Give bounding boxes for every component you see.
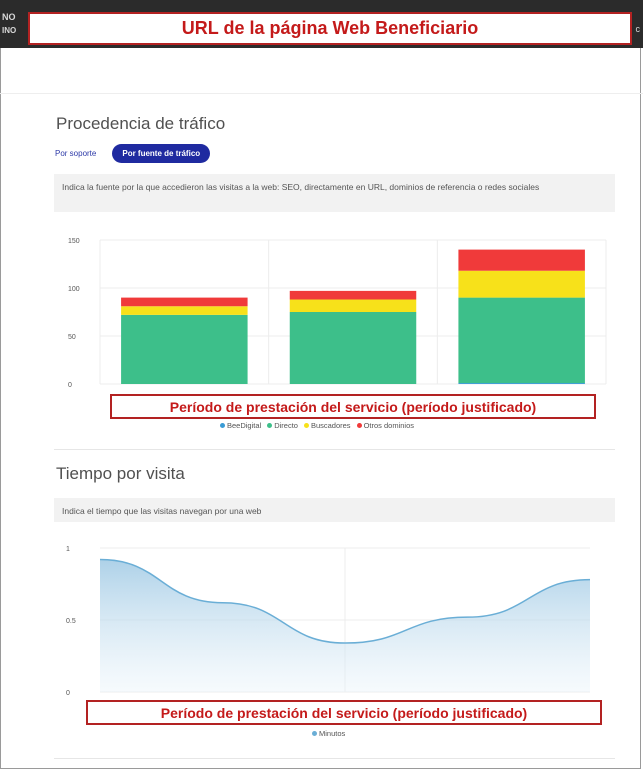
legend-item[interactable]: Directo: [267, 421, 298, 430]
bar-segment: [289, 312, 417, 384]
bottom-divider: [54, 758, 615, 759]
edge-text-top: NO: [2, 12, 16, 22]
bar-segment: [458, 249, 585, 271]
traffic-tabs: Por soporte Por fuente de tráfico: [55, 144, 211, 163]
traffic-info: Indica la fuente por la que accedieron l…: [54, 174, 615, 212]
legend-item[interactable]: Otros dominios: [356, 421, 414, 430]
y-tick-label: 150: [68, 238, 80, 245]
visit-time-legend: Minutos: [312, 729, 345, 738]
y-tick-label: 1: [66, 546, 70, 553]
traffic-section-title: Procedencia de tráfico: [56, 114, 226, 133]
bar-segment: [458, 383, 585, 384]
legend-dot-icon: [303, 423, 309, 428]
visit-time-area-chart: 00.51: [66, 546, 591, 697]
section-divider: [54, 449, 615, 450]
legend-dot-icon: [220, 423, 225, 428]
bar-segment: [121, 306, 248, 315]
legend-dot-icon: [267, 423, 273, 428]
traffic-period-banner: Período de prestación del servicio (perí…: [110, 394, 596, 419]
url-banner: URL de la página Web Beneficiario: [28, 12, 632, 45]
bar-segment: [458, 270, 585, 298]
bar-segment: [289, 290, 417, 300]
y-tick-label: 0.5: [66, 618, 76, 625]
y-tick-label: 0: [66, 690, 70, 697]
tab-por-fuente[interactable]: Por fuente de tráfico: [112, 144, 211, 163]
bar-segment: [458, 297, 585, 384]
edge-text-bottom: INO: [2, 26, 17, 35]
visit-time-section-title: Tiempo por visita: [56, 464, 185, 483]
legend-label: Buscadores: [310, 421, 351, 430]
legend-label: BeeDigital: [227, 421, 262, 430]
legend-label: Minutos: [319, 729, 346, 738]
bar-segment: [121, 314, 248, 384]
subheader-divider: [0, 93, 643, 94]
y-tick-label: 50: [68, 334, 76, 341]
legend-item[interactable]: Buscadores: [303, 421, 351, 430]
legend-dot-icon: [312, 731, 317, 736]
traffic-bar-chart: 0 50 100 150: [68, 238, 607, 389]
legend-dot-icon: [356, 423, 362, 428]
y-tick-label: 0: [68, 382, 72, 389]
y-tick-label: 100: [68, 286, 80, 293]
legend-label: Directo: [274, 421, 298, 430]
bar-segment: [121, 297, 248, 307]
traffic-legend: BeeDigital Directo Buscadores Otros dominio…: [220, 421, 414, 430]
bar-segment: [289, 299, 417, 312]
legend-label: Otros dominios: [363, 421, 414, 430]
visit-time-period-banner: Período de prestación del servicio (perí…: [86, 700, 602, 725]
edge-text-right: c: [635, 24, 641, 34]
legend-item[interactable]: BeeDigital: [220, 421, 261, 430]
visit-time-info: Indica el tiempo que las visitas navegan…: [54, 498, 615, 522]
tab-por-soporte[interactable]: Por soporte: [55, 149, 96, 158]
legend-item[interactable]: Minutos: [312, 729, 345, 738]
